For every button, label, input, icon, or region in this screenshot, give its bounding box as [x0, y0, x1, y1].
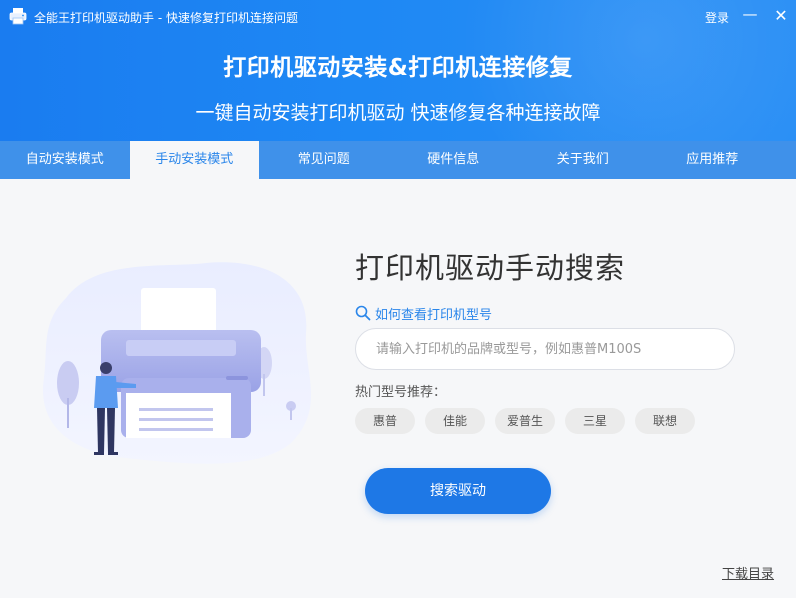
tab-about-us[interactable]: 关于我们	[518, 141, 648, 179]
close-button[interactable]: ✕	[771, 6, 791, 26]
tab-manual-install[interactable]: 手动安装模式	[129, 141, 259, 179]
download-directory-link[interactable]: 下载目录	[722, 563, 774, 582]
printer-illustration	[42, 262, 312, 464]
hot-models-label: 热门型号推荐：	[355, 385, 447, 400]
minimize-button[interactable]: —	[740, 4, 760, 24]
model-search-input[interactable]	[355, 328, 735, 370]
hot-model-chip-lenovo[interactable]: 联想	[635, 408, 695, 434]
tab-faq[interactable]: 常见问题	[259, 141, 389, 179]
header-banner: 全能王打印机驱动助手 - 快速修复打印机连接问题 登录 — ✕ 打印机驱动安装&…	[0, 0, 796, 141]
main-tabs: 自动安装模式 手动安装模式 常见问题 硬件信息 关于我们 应用推荐	[0, 141, 796, 179]
banner-subtitle: 一键自动安装打印机驱动 快速修复各种连接故障	[195, 102, 601, 124]
hot-model-chip-canon[interactable]: 佳能	[425, 408, 485, 434]
hot-models-list: 惠普 佳能 爱普生 三星 联想	[355, 408, 705, 434]
howto-check-model-link[interactable]: 如何查看打印机型号	[355, 304, 493, 323]
banner-title: 打印机驱动安装&打印机连接修复	[223, 55, 573, 81]
tab-app-recommend[interactable]: 应用推荐	[648, 141, 778, 179]
hot-model-chip-samsung[interactable]: 三星	[565, 408, 625, 434]
title-bar: 全能王打印机驱动助手 - 快速修复打印机连接问题 登录 — ✕	[0, 0, 796, 34]
magnifier-icon	[355, 305, 371, 321]
login-link[interactable]: 登录	[705, 9, 729, 26]
howto-label: 如何查看打印机型号	[375, 307, 493, 323]
hot-model-chip-hp[interactable]: 惠普	[355, 408, 415, 434]
page-title: 打印机驱动手动搜索	[355, 251, 626, 285]
tab-bar-filler	[777, 141, 796, 179]
search-driver-button[interactable]: 搜索驱动	[365, 468, 551, 514]
tab-hardware-info[interactable]: 硬件信息	[389, 141, 519, 179]
tab-auto-install[interactable]: 自动安装模式	[0, 141, 130, 179]
printer-app-icon	[9, 8, 27, 25]
hot-model-chip-epson[interactable]: 爱普生	[495, 408, 555, 434]
window-title: 全能王打印机驱动助手 - 快速修复打印机连接问题	[34, 11, 298, 25]
